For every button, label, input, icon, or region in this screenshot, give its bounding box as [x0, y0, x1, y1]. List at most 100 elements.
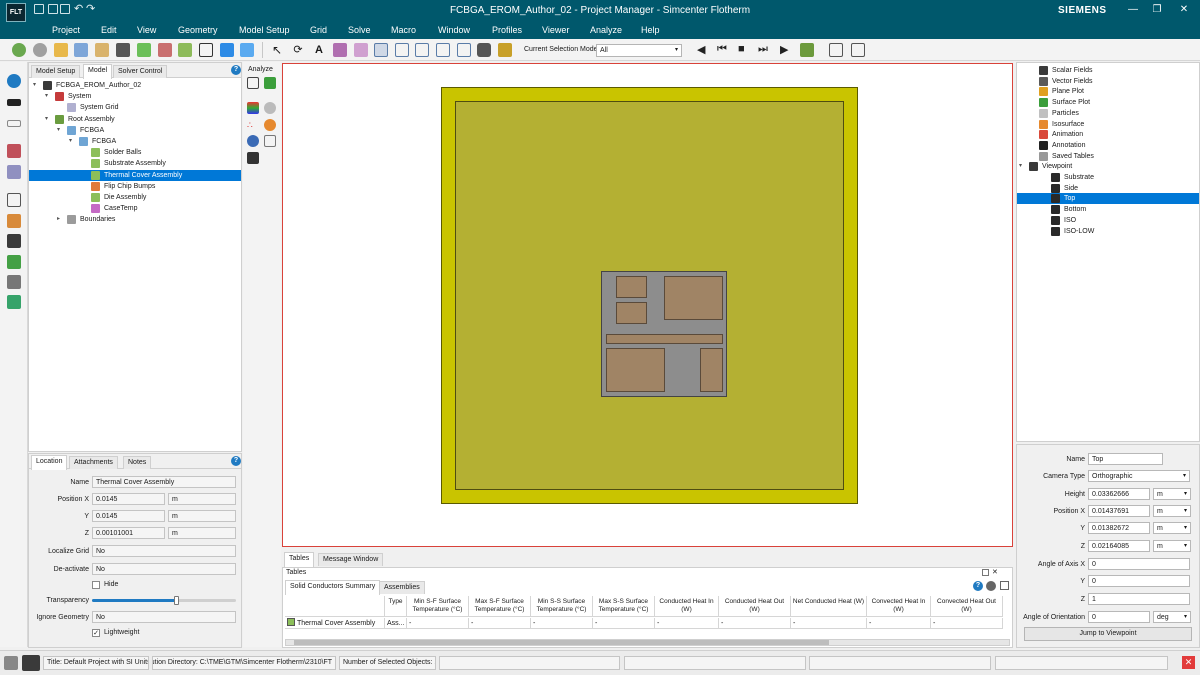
tab-tables[interactable]: Tables	[284, 552, 315, 567]
visual-editor-icon[interactable]	[7, 255, 21, 269]
hide-checkbox[interactable]	[92, 581, 100, 589]
first-frame-icon[interactable]: ◀	[697, 43, 705, 56]
table-header-cell[interactable]: Convected Heat Out (W)	[931, 596, 1003, 617]
tab-solid-conductors-summary[interactable]: Solid Conductors Summary	[285, 580, 381, 595]
drawing-board-icon[interactable]	[7, 193, 21, 207]
results-tree-node[interactable]: Particles	[1017, 108, 1199, 119]
tab-solver-control[interactable]: Solver Control	[113, 65, 168, 78]
pointer-icon[interactable]: ↖	[270, 43, 284, 57]
z-unit[interactable]: m	[168, 527, 236, 539]
results-tree-node[interactable]: Substrate	[1017, 172, 1199, 183]
help-icon[interactable]: ?	[231, 456, 241, 466]
enclosure-icon[interactable]	[240, 43, 254, 57]
monitor-point-icon[interactable]	[178, 43, 192, 57]
angle-axis-x-field[interactable]: 0	[1088, 558, 1190, 570]
table-cell[interactable]: -	[791, 618, 867, 629]
table-cell[interactable]: -	[593, 618, 655, 629]
table-header-cell[interactable]: Type	[385, 596, 407, 617]
sunglasses-icon[interactable]	[7, 99, 21, 106]
view-fit-icon[interactable]	[395, 43, 409, 57]
resistance-icon[interactable]	[158, 43, 172, 57]
view-grid-icon[interactable]	[436, 43, 450, 57]
die-block[interactable]	[616, 276, 647, 298]
tab-model[interactable]: Model	[83, 64, 113, 79]
model-icon[interactable]	[7, 144, 21, 158]
heatsink-icon[interactable]	[116, 43, 130, 57]
menu-solve[interactable]: Solve	[348, 25, 371, 35]
tab-location[interactable]: Location	[31, 455, 68, 470]
table-header-cell[interactable]: Min S-S Surface Temperature (°C)	[531, 596, 593, 617]
expand-arrow-icon[interactable]: ▾	[33, 80, 36, 91]
view-top-icon[interactable]	[374, 43, 388, 57]
surface-icon[interactable]	[264, 102, 276, 114]
results-tree-node[interactable]: Annotation	[1017, 140, 1199, 151]
info-icon[interactable]	[7, 74, 21, 88]
angle-y-field[interactable]: 0	[1088, 575, 1190, 587]
name-field[interactable]: Thermal Cover Assembly	[92, 476, 236, 488]
results-tree-node[interactable]: Plane Plot	[1017, 86, 1199, 97]
position-x-unit[interactable]: m	[168, 493, 236, 505]
restore-button[interactable]: ❐	[1149, 3, 1165, 17]
results-tree-node[interactable]: Saved Tables	[1017, 151, 1199, 162]
view-solid-icon[interactable]	[354, 43, 368, 57]
tree-node[interactable]: ▸ Boundaries	[29, 214, 241, 225]
expand-arrow-icon[interactable]: ▾	[1019, 161, 1022, 172]
export-icon[interactable]	[1000, 581, 1009, 590]
view-box-icon[interactable]	[333, 43, 347, 57]
transparency-slider[interactable]	[92, 596, 236, 605]
tree-node[interactable]: System Grid	[29, 102, 241, 113]
refresh-icon[interactable]	[986, 581, 996, 591]
results-tree-node[interactable]: Bottom	[1017, 204, 1199, 215]
plane-plot-icon[interactable]	[247, 102, 259, 114]
die-block[interactable]	[616, 302, 647, 324]
tree-node[interactable]: Thermal Cover Assembly	[29, 169, 241, 181]
help-icon[interactable]: ?	[973, 581, 983, 591]
tag-icon[interactable]	[7, 275, 21, 289]
results-tree-node[interactable]: Top	[1017, 193, 1199, 205]
tree-node[interactable]: Die Assembly	[29, 192, 241, 203]
particles-icon[interactable]: ∴	[247, 119, 259, 131]
chart-view-icon[interactable]	[851, 43, 865, 57]
probe-icon[interactable]	[498, 43, 512, 57]
results-tree-node[interactable]: Animation	[1017, 129, 1199, 140]
stop-solve-icon[interactable]: ✕	[1182, 656, 1195, 669]
tree-node[interactable]: Flip Chip Bumps	[29, 181, 241, 192]
plot-icon[interactable]	[264, 77, 276, 89]
glasses-icon[interactable]	[7, 120, 21, 127]
table-horizontal-scrollbar[interactable]	[285, 639, 1010, 646]
angle-orientation-field[interactable]: 0	[1088, 611, 1150, 623]
results-tree-node[interactable]: Surface Plot	[1017, 97, 1199, 108]
settings-gear-icon[interactable]	[12, 43, 26, 57]
scrollbar-thumb[interactable]	[294, 640, 829, 645]
expand-arrow-icon[interactable]: ▾	[57, 125, 60, 136]
vp-name-field[interactable]: Top	[1088, 453, 1163, 465]
menu-macro[interactable]: Macro	[391, 25, 416, 35]
tree-node[interactable]: ▾ Root Assembly	[29, 114, 241, 125]
y-field[interactable]: 0.0145	[92, 510, 165, 522]
results-tree-node[interactable]: ISO-LOW	[1017, 226, 1199, 237]
table-cell[interactable]: -	[931, 618, 1003, 629]
results-tree-node[interactable]: ▾ Viewpoint	[1017, 161, 1199, 172]
tab-notes[interactable]: Notes	[123, 456, 152, 469]
die-block[interactable]	[664, 276, 723, 320]
expand-arrow-icon[interactable]: ▾	[45, 91, 48, 102]
localize-grid-field[interactable]: No	[92, 545, 236, 557]
transparency-thumb[interactable]	[173, 596, 179, 605]
results-tree-node[interactable]: Scalar Fields	[1017, 65, 1199, 76]
menu-grid[interactable]: Grid	[310, 25, 327, 35]
selection-mode-select[interactable]: All ▾	[596, 44, 682, 57]
table-cell[interactable]: -	[469, 618, 531, 629]
height-unit-select[interactable]: m ▾	[1153, 488, 1191, 500]
table-header-cell[interactable]: Max S-S Surface Temperature (°C)	[593, 596, 655, 617]
tree-node[interactable]: ▾ FCBGA	[29, 125, 241, 136]
minimize-button[interactable]: —	[1125, 3, 1141, 17]
menu-model-setup[interactable]: Model Setup	[239, 25, 290, 35]
position-x-field[interactable]: 0.0145	[92, 493, 165, 505]
isosurface-icon[interactable]	[264, 119, 276, 131]
height-field[interactable]: 0.03362666	[1088, 488, 1150, 500]
expand-arrow-icon[interactable]: ▾	[69, 136, 72, 147]
text-annotation-icon[interactable]: A	[312, 43, 326, 57]
z-field[interactable]: 0.00101001	[92, 527, 165, 539]
cuboid-icon[interactable]	[199, 43, 213, 57]
view-mesh-icon[interactable]	[457, 43, 471, 57]
